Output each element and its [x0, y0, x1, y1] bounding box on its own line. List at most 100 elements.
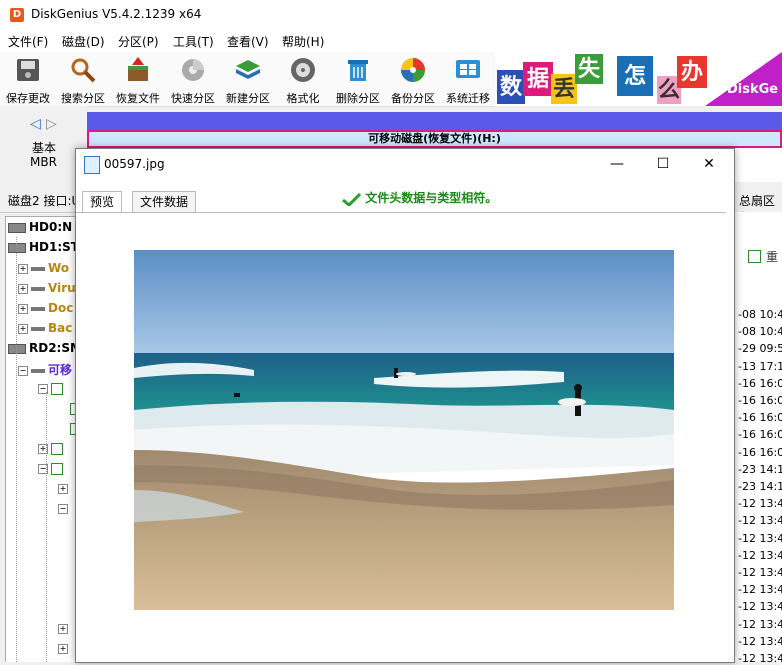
preview-image [134, 250, 674, 610]
format-button[interactable]: 格式化 [276, 54, 330, 105]
expand-icon[interactable]: + [18, 263, 28, 274]
app-title: DiskGenius V5.4.2.1239 x64 [31, 7, 202, 21]
format-disk-icon [291, 58, 315, 82]
menu-tools[interactable]: 工具(T) [173, 33, 214, 50]
banner-char: 怎 [617, 56, 653, 96]
tree-folder-checkbox[interactable]: − [38, 461, 63, 479]
modified-time-cell: -23 14:1 [738, 462, 782, 476]
folder-checkbox[interactable] [51, 462, 63, 475]
save-changes-button[interactable]: 保存更改 [1, 54, 55, 105]
modified-time-cell: -12 13:4 [738, 548, 782, 562]
hard-disk-icon [8, 222, 26, 233]
modified-time-cell: -12 13:4 [738, 634, 782, 648]
new-partition-stack-icon [236, 60, 260, 79]
tree-item-partition[interactable]: + Bac [18, 321, 72, 339]
image-file-icon [84, 156, 100, 174]
modified-time-cell: -12 13:4 [738, 600, 782, 614]
partition-block[interactable]: 可移动磁盘(恢复文件)(H:) [87, 130, 782, 148]
modified-time-cell: -08 10:4 [738, 308, 782, 321]
tree-item-hd0[interactable]: HD0:N [8, 220, 72, 238]
recover-files-button[interactable]: 恢复文件 [111, 54, 165, 105]
minimize-button[interactable]: — [594, 149, 640, 179]
toolbar: 保存更改 搜索分区 恢复文件 快速分区 新建分区 格式化 删除分区 备份分区 系… [0, 52, 495, 107]
expand-icon[interactable]: + [58, 643, 68, 654]
modified-time-cell: -16 16:0 [738, 428, 782, 442]
modified-time-cell: -16 16:0 [738, 376, 782, 390]
menu-help[interactable]: 帮助(H) [282, 33, 324, 50]
select-all-checkbox[interactable] [748, 250, 761, 263]
menu-view[interactable]: 查看(V) [227, 33, 269, 50]
expand-icon[interactable]: + [58, 623, 68, 634]
system-migration-button[interactable]: 系统迁移 [441, 54, 495, 105]
file-check-status: 文件头数据与类型相符。 [341, 189, 497, 207]
expand-icon[interactable]: + [18, 323, 28, 334]
modified-time-cell: -12 13:4 [738, 617, 782, 631]
maximize-button[interactable]: ☐ [640, 149, 686, 179]
tree-item-partition[interactable]: + Doc [18, 301, 73, 319]
expand-icon[interactable]: + [18, 303, 28, 314]
trash-can-icon [348, 60, 368, 81]
expand-icon[interactable]: + [58, 483, 68, 494]
banner-char: 丢 [551, 74, 577, 104]
banner-char: 失 [575, 54, 603, 84]
new-partition-button[interactable]: 新建分区 [221, 54, 275, 105]
tree-item-partition[interactable]: + Wo [18, 261, 69, 279]
folder-checkbox[interactable] [51, 442, 63, 455]
banner-char: 数 [497, 70, 525, 104]
save-disk-icon [17, 59, 39, 81]
tree-folder-checkbox[interactable]: + [58, 621, 71, 639]
tree-folder-checkbox[interactable]: + [38, 441, 63, 459]
tab-preview[interactable]: 预览 [82, 191, 123, 213]
expand-icon[interactable]: + [18, 283, 28, 294]
modified-time-cell: -29 09:5 [738, 342, 782, 356]
disk-interface-label: 磁盘2 接口:U [8, 194, 81, 208]
promo-banner[interactable]: 数 据 丢 失 怎 么 办 DiskGe [495, 52, 782, 106]
collapse-icon[interactable]: − [58, 503, 68, 514]
tree-folder-checkbox[interactable]: − [58, 501, 71, 519]
modified-time-cell: -23 14:1 [738, 480, 782, 493]
disk-map-header [87, 112, 782, 130]
tree-guide-line [46, 392, 48, 662]
search-partition-button[interactable]: 搜索分区 [56, 54, 110, 105]
menu-partition[interactable]: 分区(P) [118, 33, 159, 50]
dialog-title: 00597.jpg [104, 157, 165, 171]
quick-partition-icon [182, 59, 204, 81]
partition-icon [31, 266, 45, 271]
quick-partition-button[interactable]: 快速分区 [166, 54, 220, 105]
menu-file[interactable]: 文件(F) [8, 33, 48, 50]
next-disk-icon[interactable]: ▷ [46, 116, 57, 132]
tree-folder-checkbox[interactable]: − [38, 381, 63, 399]
tree-folder-checkbox[interactable]: + [58, 481, 71, 499]
menu-disk[interactable]: 磁盘(D) [62, 33, 105, 50]
tab-file-data[interactable]: 文件数据 [132, 191, 197, 212]
tree-item-removable-partition[interactable]: − 可移 [18, 361, 72, 379]
tree-item-partition[interactable]: + Viru [18, 281, 76, 299]
tree-folder-checkbox[interactable]: + [58, 641, 71, 659]
modified-time-cell: -16 16:0 [738, 394, 782, 407]
backup-pie-icon [401, 58, 425, 82]
tree-item-hd1[interactable]: HD1:ST [8, 240, 78, 258]
file-list-times: 重 -08 10:4 -08 10:4 -29 09:5 -13 17:1 -16 16… [732, 212, 782, 665]
modified-time-cell: -12 13:4 [738, 514, 782, 528]
backup-partition-button[interactable]: 备份分区 [386, 54, 440, 105]
magnifier-icon [71, 58, 96, 83]
modified-time-cell: -13 17:1 [738, 359, 782, 373]
tree-guide-line [16, 237, 18, 662]
collapse-icon[interactable]: − [18, 365, 28, 376]
modified-time-cell: -08 10:4 [738, 325, 782, 339]
banner-brand-text: DiskGe [727, 82, 779, 97]
modified-time-cell: -12 13:4 [738, 497, 782, 511]
close-button[interactable]: ✕ [686, 149, 732, 179]
partition-icon [31, 368, 45, 373]
disk-tree: HD0:N HD1:ST + Wo + Viru + Doc + Bac RD2:SM … [5, 216, 79, 662]
folder-checkbox[interactable] [51, 382, 63, 395]
banner-char: 据 [523, 62, 553, 96]
modified-time-cell: -12 13:4 [738, 583, 782, 597]
partition-icon [31, 286, 45, 291]
partition-icon [31, 326, 45, 331]
menu-bar: 文件(F) 磁盘(D) 分区(P) 工具(T) 查看(V) 帮助(H) [0, 30, 782, 52]
prev-disk-icon[interactable]: ◁ [30, 116, 41, 132]
tree-item-rd2[interactable]: RD2:SM [8, 341, 78, 359]
banner-purple-wedge [705, 52, 782, 106]
delete-partition-button[interactable]: 删除分区 [331, 54, 385, 105]
